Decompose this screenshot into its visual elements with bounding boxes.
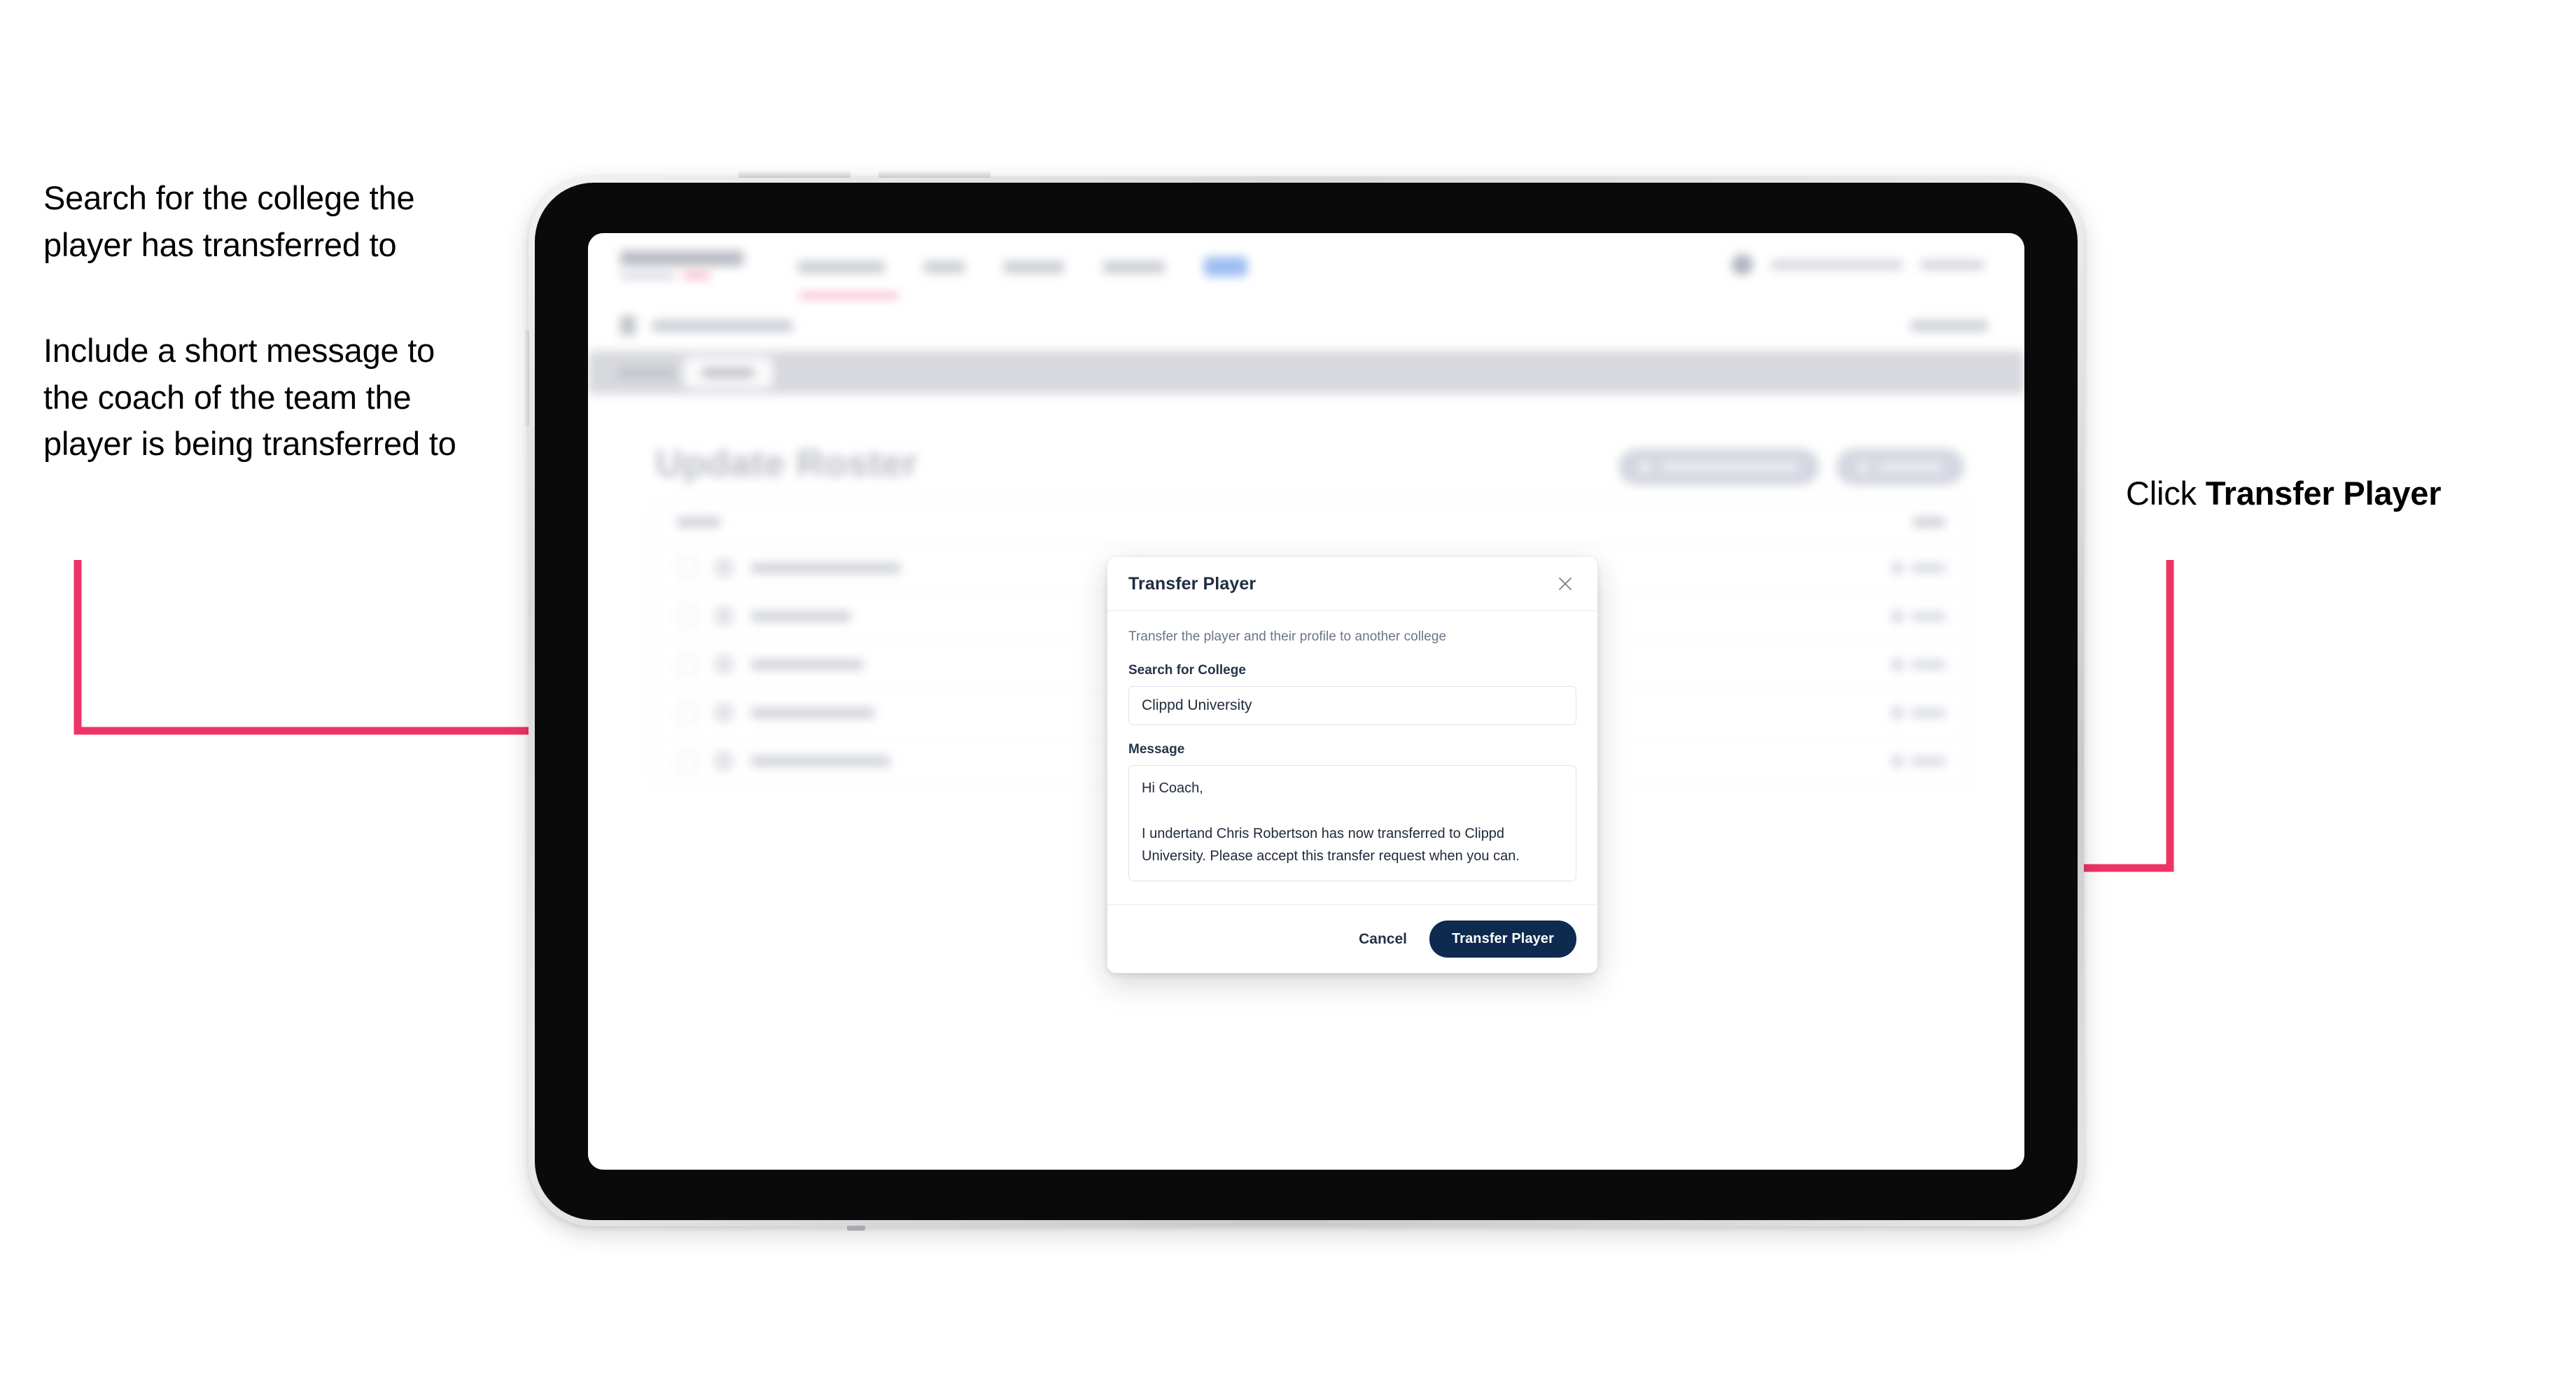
device-bezel: Update Roster Transfer Player Transfer t… bbox=[535, 183, 2078, 1220]
row-player-name bbox=[751, 659, 863, 670]
dialog-subtitle: Transfer the player and their profile to… bbox=[1128, 629, 1447, 644]
roster-table-header bbox=[653, 501, 1969, 544]
row-checkbox[interactable] bbox=[677, 606, 698, 626]
nav-item-1[interactable] bbox=[798, 260, 885, 273]
annotation-right-prefix: Click bbox=[2126, 475, 2206, 512]
column-header-edit bbox=[1913, 517, 1945, 527]
row-avatar bbox=[713, 702, 734, 723]
college-field-label: Search for College bbox=[1128, 663, 1246, 678]
breadcrumb-bar bbox=[588, 300, 2024, 351]
pencil-icon bbox=[1889, 559, 1906, 577]
device-top-button-1 bbox=[738, 170, 850, 178]
pencil-icon bbox=[1889, 704, 1906, 722]
search-college-input[interactable] bbox=[1128, 686, 1576, 725]
annotation-click-transfer-player: Click Transfer Player bbox=[2126, 470, 2518, 517]
field-spacer bbox=[1128, 725, 1576, 742]
dialog-body: Transfer the player and their profile to… bbox=[1107, 611, 1597, 904]
page-title: Update Roster bbox=[655, 442, 918, 484]
annotation-search-college: Search for the college the player has tr… bbox=[43, 179, 415, 263]
nav-item-3[interactable] bbox=[1004, 260, 1064, 273]
logo-wordmark bbox=[620, 251, 743, 266]
nav-item-4[interactable] bbox=[1103, 260, 1165, 273]
row-edit-label bbox=[1912, 708, 1945, 718]
close-icon[interactable] bbox=[1553, 571, 1578, 596]
breadcrumb-text bbox=[652, 320, 792, 332]
nav-active-underline bbox=[800, 293, 898, 298]
pencil-icon bbox=[1889, 655, 1906, 673]
device-screen: Update Roster Transfer Player Transfer t… bbox=[588, 233, 2024, 1170]
logo-tagline-accent bbox=[683, 272, 710, 279]
row-avatar bbox=[713, 654, 734, 675]
row-avatar bbox=[713, 606, 734, 626]
logo-tagline bbox=[620, 272, 743, 279]
transfer-player-dialog: Transfer Player Transfer the player and … bbox=[1107, 557, 1597, 973]
app-logo[interactable] bbox=[620, 251, 743, 279]
cancel-button[interactable]: Cancel bbox=[1356, 927, 1410, 952]
row-edit-action[interactable] bbox=[1889, 655, 1945, 673]
pencil-icon bbox=[1889, 752, 1906, 770]
column-header-name bbox=[677, 517, 720, 527]
annotation-include-message: Include a short message to the coach of … bbox=[43, 332, 456, 463]
device-side-button bbox=[522, 330, 529, 426]
nav-item-active-pill[interactable] bbox=[1204, 257, 1247, 276]
request-roster-transfer-label bbox=[1661, 462, 1798, 472]
row-checkbox[interactable] bbox=[677, 750, 698, 771]
account-area[interactable] bbox=[1732, 254, 1984, 275]
add-player-button[interactable] bbox=[1836, 449, 1964, 485]
sub-tabs-bar[interactable] bbox=[588, 351, 2024, 394]
breadcrumb-icon bbox=[620, 316, 636, 335]
sign-out-link[interactable] bbox=[1921, 260, 1984, 270]
row-edit-label bbox=[1912, 611, 1945, 621]
device-top-button-2 bbox=[878, 170, 990, 178]
tab-details[interactable] bbox=[617, 367, 676, 378]
transfer-icon bbox=[1639, 461, 1651, 473]
main-navigation[interactable] bbox=[798, 257, 1247, 276]
tablet-device: Update Roster Transfer Player Transfer t… bbox=[522, 170, 2084, 1231]
header-actions[interactable] bbox=[1618, 449, 1964, 485]
dialog-header: Transfer Player bbox=[1107, 557, 1597, 611]
annotation-right-bold: Transfer Player bbox=[2205, 475, 2442, 512]
row-edit-action[interactable] bbox=[1889, 607, 1945, 625]
row-edit-action[interactable] bbox=[1889, 704, 1945, 722]
request-roster-transfer-button[interactable] bbox=[1618, 449, 1819, 485]
row-checkbox[interactable] bbox=[677, 557, 698, 578]
dialog-title: Transfer Player bbox=[1128, 573, 1256, 594]
row-checkbox[interactable] bbox=[677, 702, 698, 723]
app-header bbox=[588, 233, 2024, 302]
transfer-player-button[interactable]: Transfer Player bbox=[1429, 920, 1576, 958]
row-checkbox[interactable] bbox=[677, 654, 698, 675]
row-edit-label bbox=[1912, 756, 1945, 766]
row-avatar bbox=[713, 750, 734, 771]
tab-roster-active[interactable] bbox=[683, 357, 773, 388]
logo-tagline-text bbox=[620, 272, 675, 279]
message-field-label: Message bbox=[1128, 742, 1185, 757]
row-player-name bbox=[751, 755, 890, 766]
message-textarea[interactable]: Hi Coach, I undertand Chris Robertson ha… bbox=[1128, 765, 1576, 881]
pencil-icon bbox=[1889, 607, 1906, 625]
row-edit-action[interactable] bbox=[1889, 752, 1945, 770]
plus-icon bbox=[1857, 461, 1869, 473]
row-avatar bbox=[713, 557, 734, 578]
row-player-name bbox=[751, 707, 874, 718]
device-bottom-marker bbox=[847, 1226, 865, 1231]
row-edit-label bbox=[1912, 563, 1945, 573]
nav-item-2[interactable] bbox=[924, 260, 965, 273]
breadcrumb-cancel-link[interactable] bbox=[1911, 320, 1988, 332]
row-player-name bbox=[751, 562, 901, 573]
tab-roster-label bbox=[702, 367, 754, 378]
row-edit-label bbox=[1912, 659, 1945, 669]
dialog-footer: Cancel Transfer Player bbox=[1107, 904, 1597, 973]
row-edit-action[interactable] bbox=[1889, 559, 1945, 577]
account-email bbox=[1771, 260, 1903, 270]
row-player-name bbox=[751, 610, 850, 622]
avatar[interactable] bbox=[1732, 254, 1753, 275]
add-player-label bbox=[1879, 462, 1943, 472]
